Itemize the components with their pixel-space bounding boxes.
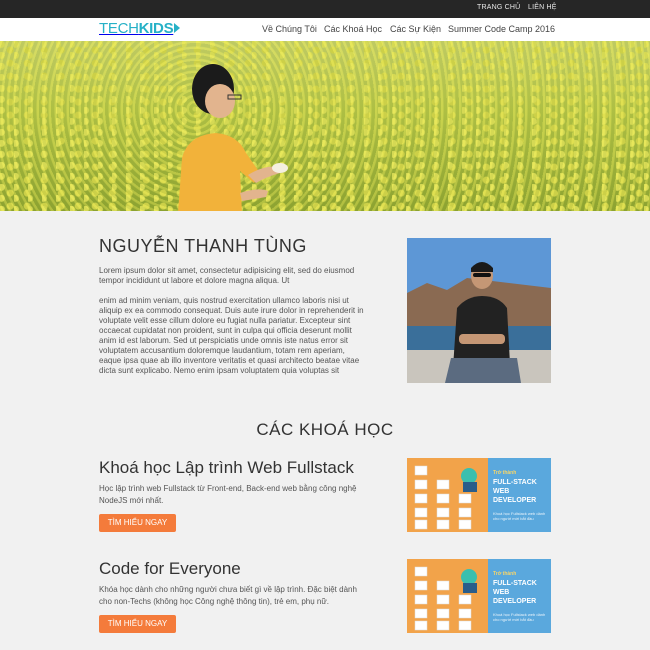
course-thumbnail-fullstack[interactable]: Trở thành FULL-STACK WEB DEVELOPER Khoá … <box>407 458 551 532</box>
topbar-link-contact[interactable]: LIÊN HỆ <box>528 4 557 11</box>
topbar-link-home[interactable]: TRANG CHỦ <box>477 4 520 11</box>
learn-more-button-fullstack[interactable]: TÌM HIỂU NGAY <box>99 514 176 532</box>
thumb-tag-text: Trở thành <box>493 470 517 476</box>
nav-item-summer-camp[interactable]: Summer Code Camp 2016 <box>448 24 555 34</box>
about-paragraph-1: Lorem ipsum dolor sit amet, consectetur … <box>99 266 355 285</box>
courses-section-heading: CÁC KHOÁ HỌC <box>256 420 394 439</box>
instructor-portrait-photo <box>407 238 551 383</box>
thumb-note-text: Khoá học Fullstack web dành cho người mớ… <box>493 511 546 521</box>
logo-arrow-icon <box>174 23 181 34</box>
nav-item-courses[interactable]: Các Khoá Học <box>324 24 382 34</box>
thumb-orange-panel <box>407 458 488 532</box>
course-thumbnail-code-for-everyone[interactable]: Trở thành FULL-STACK WEB DEVELOPER Khoá … <box>407 559 551 633</box>
thumb-title-text: FULL-STACK WEB DEVELOPER <box>493 479 537 504</box>
nav-item-about[interactable]: Về Chúng Tôi <box>262 24 317 34</box>
course-title-fullstack[interactable]: Khoá học Lập trình Web Fullstack <box>99 458 354 478</box>
code-blocks-illustration <box>414 566 477 631</box>
flower-field-texture <box>0 41 650 211</box>
techkids-logo[interactable]: TECHKIDS <box>99 20 181 37</box>
logo-kids-text: KIDS <box>138 20 174 37</box>
code-blocks-illustration <box>414 465 477 530</box>
nav-item-events[interactable]: Các Sự Kiện <box>390 24 441 34</box>
course-title-code-for-everyone[interactable]: Code for Everyone <box>99 559 241 579</box>
thumb-tag-text: Trở thành <box>493 571 517 577</box>
hero-person-illustration <box>178 64 288 211</box>
main-navbar: TECHKIDS Về Chúng Tôi Các Khoá Học Các S… <box>0 18 650 41</box>
logo-tech-text: TECH <box>99 20 139 37</box>
learn-more-button-code-for-everyone[interactable]: TÌM HIỂU NGAY <box>99 615 176 633</box>
hero-banner-image <box>0 41 650 211</box>
top-utility-bar: TRANG CHỦ LIÊN HỆ <box>0 0 650 18</box>
thumb-title-text: FULL-STACK WEB DEVELOPER <box>493 580 537 605</box>
instructor-name-heading: NGUYỄN THANH TÙNG <box>99 236 307 256</box>
course-desc-fullstack: Học lập trình web Fullstack từ Front-end… <box>99 484 357 505</box>
about-paragraph-2: enim ad minim veniam, quis nostrud exerc… <box>99 296 364 375</box>
thumb-orange-panel <box>407 559 488 633</box>
course-desc-code-for-everyone: Khóa học dành cho những người chưa biết … <box>99 585 357 606</box>
thumb-note-text: Khoá học Fullstack web dành cho người mớ… <box>493 612 546 622</box>
